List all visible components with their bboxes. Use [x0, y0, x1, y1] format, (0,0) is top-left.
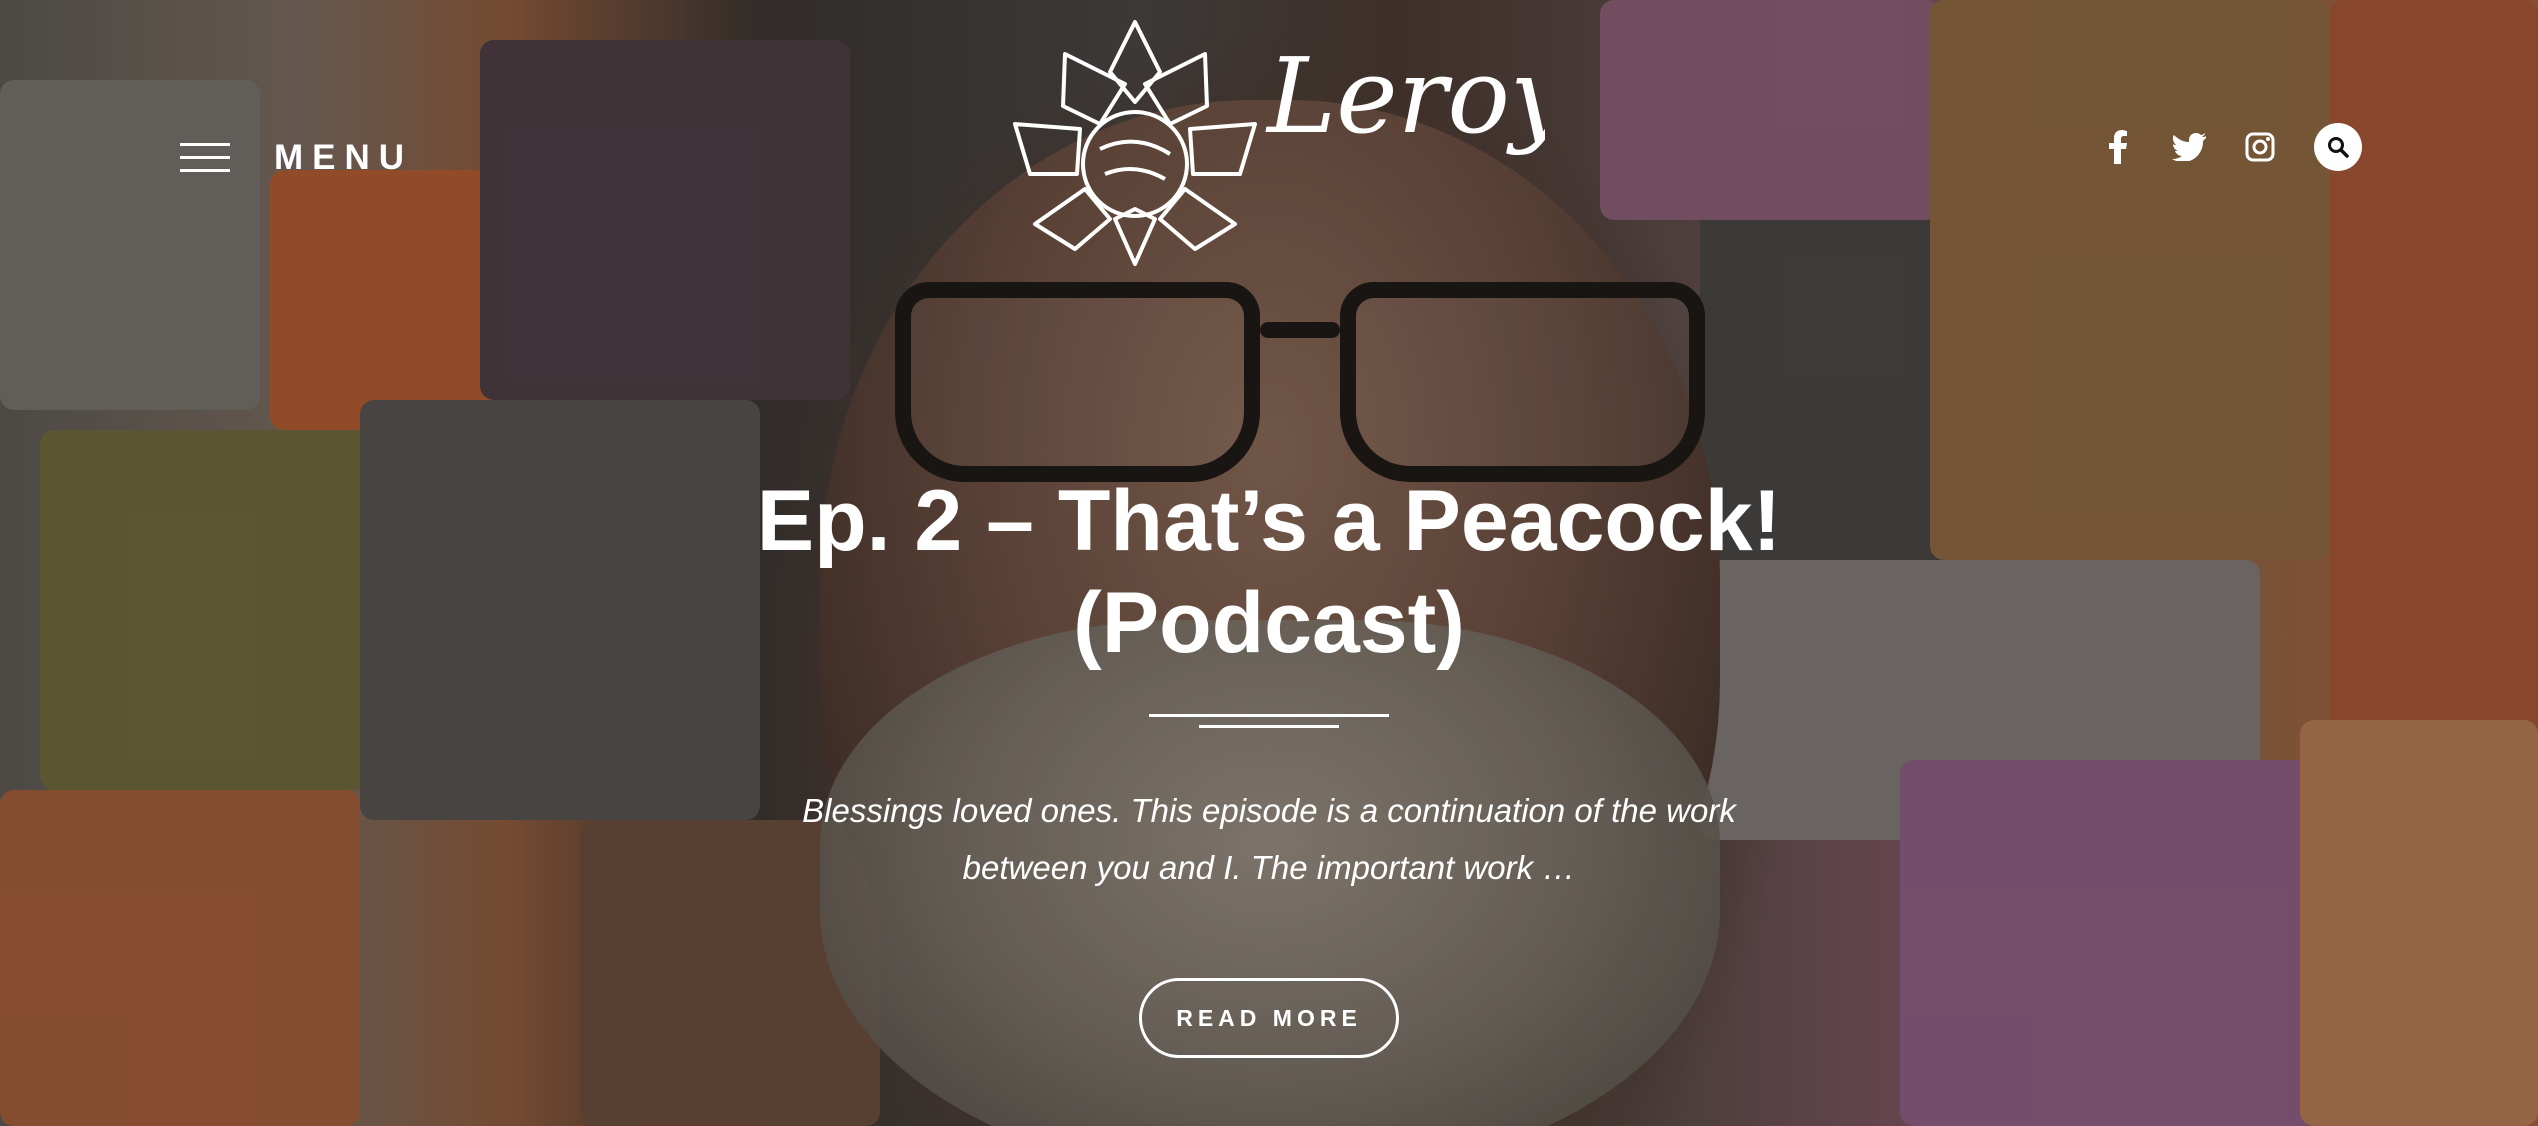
site-logo[interactable]: Leroy White	[1005, 14, 1912, 269]
menu-toggle[interactable]: MENU	[180, 138, 413, 178]
featured-post: Ep. 2 – That’s a Peacock! (Podcast) Bles…	[0, 470, 2538, 1058]
social-links	[2101, 123, 2362, 171]
twitter-icon[interactable]	[2172, 130, 2206, 164]
menu-label: MENU	[274, 138, 414, 177]
hamburger-icon	[180, 143, 230, 173]
lotus-logo-icon: Leroy White	[1013, 20, 1912, 266]
search-button[interactable]	[2314, 123, 2362, 171]
svg-text:Leroy White: Leroy White	[1265, 35, 1545, 157]
facebook-icon[interactable]	[2101, 130, 2135, 164]
read-more-button[interactable]: READ MORE	[1139, 978, 1399, 1058]
post-title[interactable]: Ep. 2 – That’s a Peacock! (Podcast)	[719, 470, 1819, 674]
title-divider	[1149, 714, 1389, 730]
post-excerpt: Blessings loved ones. This episode is a …	[802, 792, 1736, 886]
logo-wordmark: Leroy White	[1265, 35, 1912, 157]
instagram-icon[interactable]	[2243, 130, 2277, 164]
search-icon	[2328, 137, 2349, 158]
